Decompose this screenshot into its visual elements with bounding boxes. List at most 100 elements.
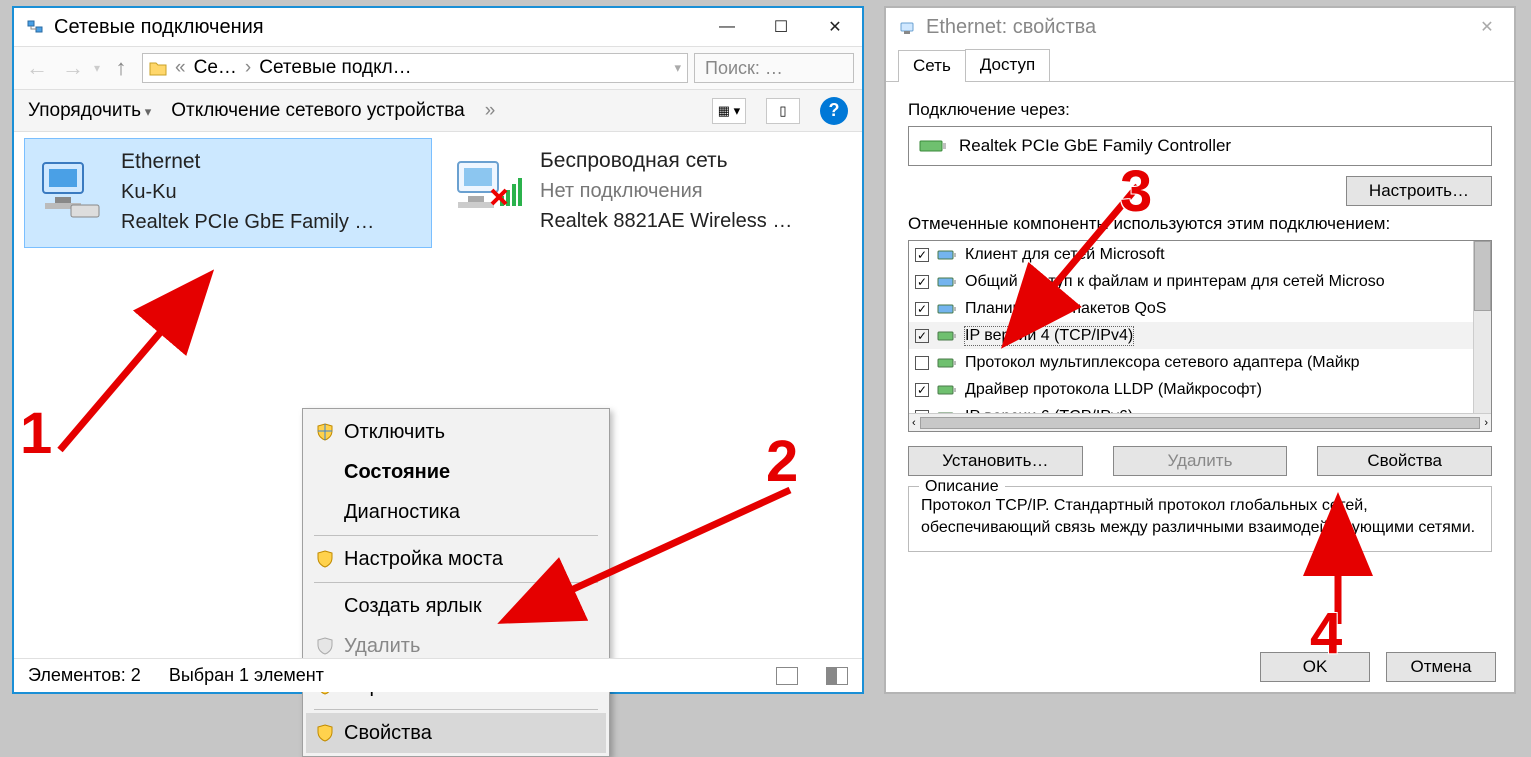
breadcrumb-dropdown[interactable]: ▾ [674, 60, 681, 76]
organize-button[interactable]: Упорядочить [28, 100, 151, 122]
ctx-bridge[interactable]: Настройка моста [306, 539, 606, 579]
history-dropdown[interactable]: ▾ [94, 61, 100, 75]
connection-item-ethernet[interactable]: Ethernet Ku-Ku Realtek PCIe GbE Family … [24, 138, 432, 248]
status-bar: Элементов: 2 Выбран 1 элемент [14, 658, 862, 692]
connection-name: Беспроводная сеть [540, 146, 792, 176]
shield-icon [316, 724, 334, 742]
titlebar[interactable]: Ethernet: свойства ✕ [886, 8, 1514, 46]
annotation-1: 1 [20, 400, 52, 467]
shield-icon [316, 550, 334, 568]
tab-access[interactable]: Доступ [965, 49, 1050, 81]
checkbox[interactable]: ✓ [915, 302, 929, 316]
connection-status: Ku-Ku [121, 177, 374, 207]
connection-name: Ethernet [121, 147, 374, 177]
ctx-separator [314, 709, 598, 710]
groupbox-title: Описание [919, 476, 1005, 498]
folder-icon [149, 60, 167, 76]
forward-icon[interactable]: → [58, 55, 88, 81]
ctx-shortcut[interactable]: Создать ярлык [306, 586, 606, 626]
breadcrumb-sep: › [245, 57, 251, 79]
nav-toolbar: ← → ▾ ↑ « Се… › Сетевые подкл… ▾ Поиск: … [14, 46, 862, 90]
preview-pane-button[interactable]: ▯ [766, 98, 800, 124]
label-components: Отмеченные компоненты используются этим … [908, 214, 1492, 234]
ctx-diagnostics[interactable]: Диагностика [306, 492, 606, 532]
install-button[interactable]: Установить… [908, 446, 1083, 476]
configure-button[interactable]: Настроить… [1346, 176, 1492, 206]
tab-strip: Сеть Доступ [886, 50, 1514, 82]
maximize-button[interactable]: ☐ [754, 9, 808, 45]
component-icon [937, 329, 957, 343]
ctx-properties[interactable]: Свойства [306, 713, 606, 753]
remove-button[interactable]: Удалить [1113, 446, 1288, 476]
component-icon [937, 248, 957, 262]
component-icon [937, 356, 957, 370]
description-groupbox: Описание Протокол TCP/IP. Стандартный пр… [908, 486, 1492, 552]
window-title: Ethernet: свойства [926, 16, 1460, 39]
description-text: Протокол TCP/IP. Стандартный протокол гл… [921, 497, 1475, 536]
checkbox[interactable]: ✓ [915, 275, 929, 289]
connection-item-wireless[interactable]: Беспроводная сеть Нет подключения Realte… [444, 138, 852, 248]
component-icon [937, 302, 957, 316]
nic-icon [919, 137, 947, 155]
tab-network[interactable]: Сеть [898, 50, 966, 82]
large-icons-view-icon[interactable] [826, 667, 848, 685]
annotation-3: 3 [1120, 158, 1152, 225]
help-icon[interactable]: ? [820, 97, 848, 125]
context-menu: Отключить Состояние Диагностика Настройк… [302, 408, 610, 757]
network-connections-window: Сетевые подключения — ☐ ✕ ← → ▾ ↑ « Се… … [12, 6, 864, 694]
disable-device-button[interactable]: Отключение сетевого устройства [171, 100, 465, 122]
command-bar: Упорядочить Отключение сетевого устройст… [14, 90, 862, 132]
component-row[interactable]: ✓ IP версии 4 (TCP/IPv4) [909, 322, 1491, 349]
cancel-button[interactable]: Отмена [1386, 652, 1496, 682]
vertical-scrollbar[interactable] [1473, 241, 1491, 413]
ethernet-properties-window: Ethernet: свойства ✕ Сеть Доступ Подключ… [884, 6, 1516, 694]
details-view-icon[interactable] [776, 667, 798, 685]
checkbox[interactable] [915, 356, 929, 370]
component-row[interactable]: ✓Общий доступ к файлам и принтерам для с… [909, 268, 1491, 295]
titlebar[interactable]: Сетевые подключения — ☐ ✕ [14, 8, 862, 46]
close-button[interactable]: ✕ [808, 9, 862, 45]
component-label: IP версии 4 (TCP/IPv4) [965, 327, 1133, 345]
search-input[interactable]: Поиск: … [694, 53, 854, 83]
ethernet-icon [35, 153, 105, 223]
view-layout-button[interactable]: ▦ ▾ [712, 98, 746, 124]
components-list[interactable]: ✓Клиент для сетей Microsoft✓Общий доступ… [908, 240, 1492, 432]
adapter-icon [898, 18, 916, 36]
adapter-box: Realtek PCIe GbE Family Controller [908, 126, 1492, 166]
checkbox[interactable]: ✓ [915, 329, 929, 343]
checkbox[interactable]: ✓ [915, 383, 929, 397]
tab-body: Подключение через: Realtek PCIe GbE Fami… [886, 82, 1514, 566]
annotation-4: 4 [1310, 600, 1342, 667]
minimize-button[interactable]: — [700, 9, 754, 45]
properties-button[interactable]: Свойства [1317, 446, 1492, 476]
ctx-disable[interactable]: Отключить [306, 412, 606, 452]
back-icon[interactable]: ← [22, 55, 52, 81]
component-row[interactable]: ✓Клиент для сетей Microsoft [909, 241, 1491, 268]
component-icon [937, 383, 957, 397]
breadcrumb-sep: « [175, 57, 186, 79]
address-bar[interactable]: « Се… › Сетевые подкл… ▾ [142, 53, 688, 83]
breadcrumb-item[interactable]: Се… [194, 57, 237, 79]
shield-icon [316, 637, 334, 655]
connection-adapter: Realtek 8821AE Wireless … [540, 206, 792, 236]
status-item-count: Элементов: 2 [28, 665, 141, 686]
up-icon[interactable]: ↑ [106, 55, 136, 81]
component-row[interactable]: ✓ Драйвер протокола LLDP (Майкрософт) [909, 376, 1491, 403]
connections-area: Ethernet Ku-Ku Realtek PCIe GbE Family …… [14, 132, 862, 652]
ctx-status[interactable]: Состояние [306, 452, 606, 492]
more-commands[interactable]: » [485, 100, 496, 122]
wireless-icon [454, 152, 524, 222]
breadcrumb-item[interactable]: Сетевые подкл… [259, 57, 411, 79]
component-row[interactable]: ✓Планировщик пакетов QoS [909, 295, 1491, 322]
connection-status: Нет подключения [540, 176, 792, 206]
ctx-separator [314, 582, 598, 583]
component-label: Протокол мультиплексора сетевого адаптер… [965, 354, 1360, 372]
horizontal-scrollbar[interactable]: ‹› [909, 413, 1491, 431]
component-row[interactable]: Протокол мультиплексора сетевого адаптер… [909, 349, 1491, 376]
close-button[interactable]: ✕ [1460, 9, 1514, 45]
component-label: Драйвер протокола LLDP (Майкрософт) [965, 381, 1262, 399]
component-icon [937, 275, 957, 289]
adapter-name: Realtek PCIe GbE Family Controller [959, 136, 1231, 156]
checkbox[interactable]: ✓ [915, 248, 929, 262]
network-icon [26, 18, 44, 36]
